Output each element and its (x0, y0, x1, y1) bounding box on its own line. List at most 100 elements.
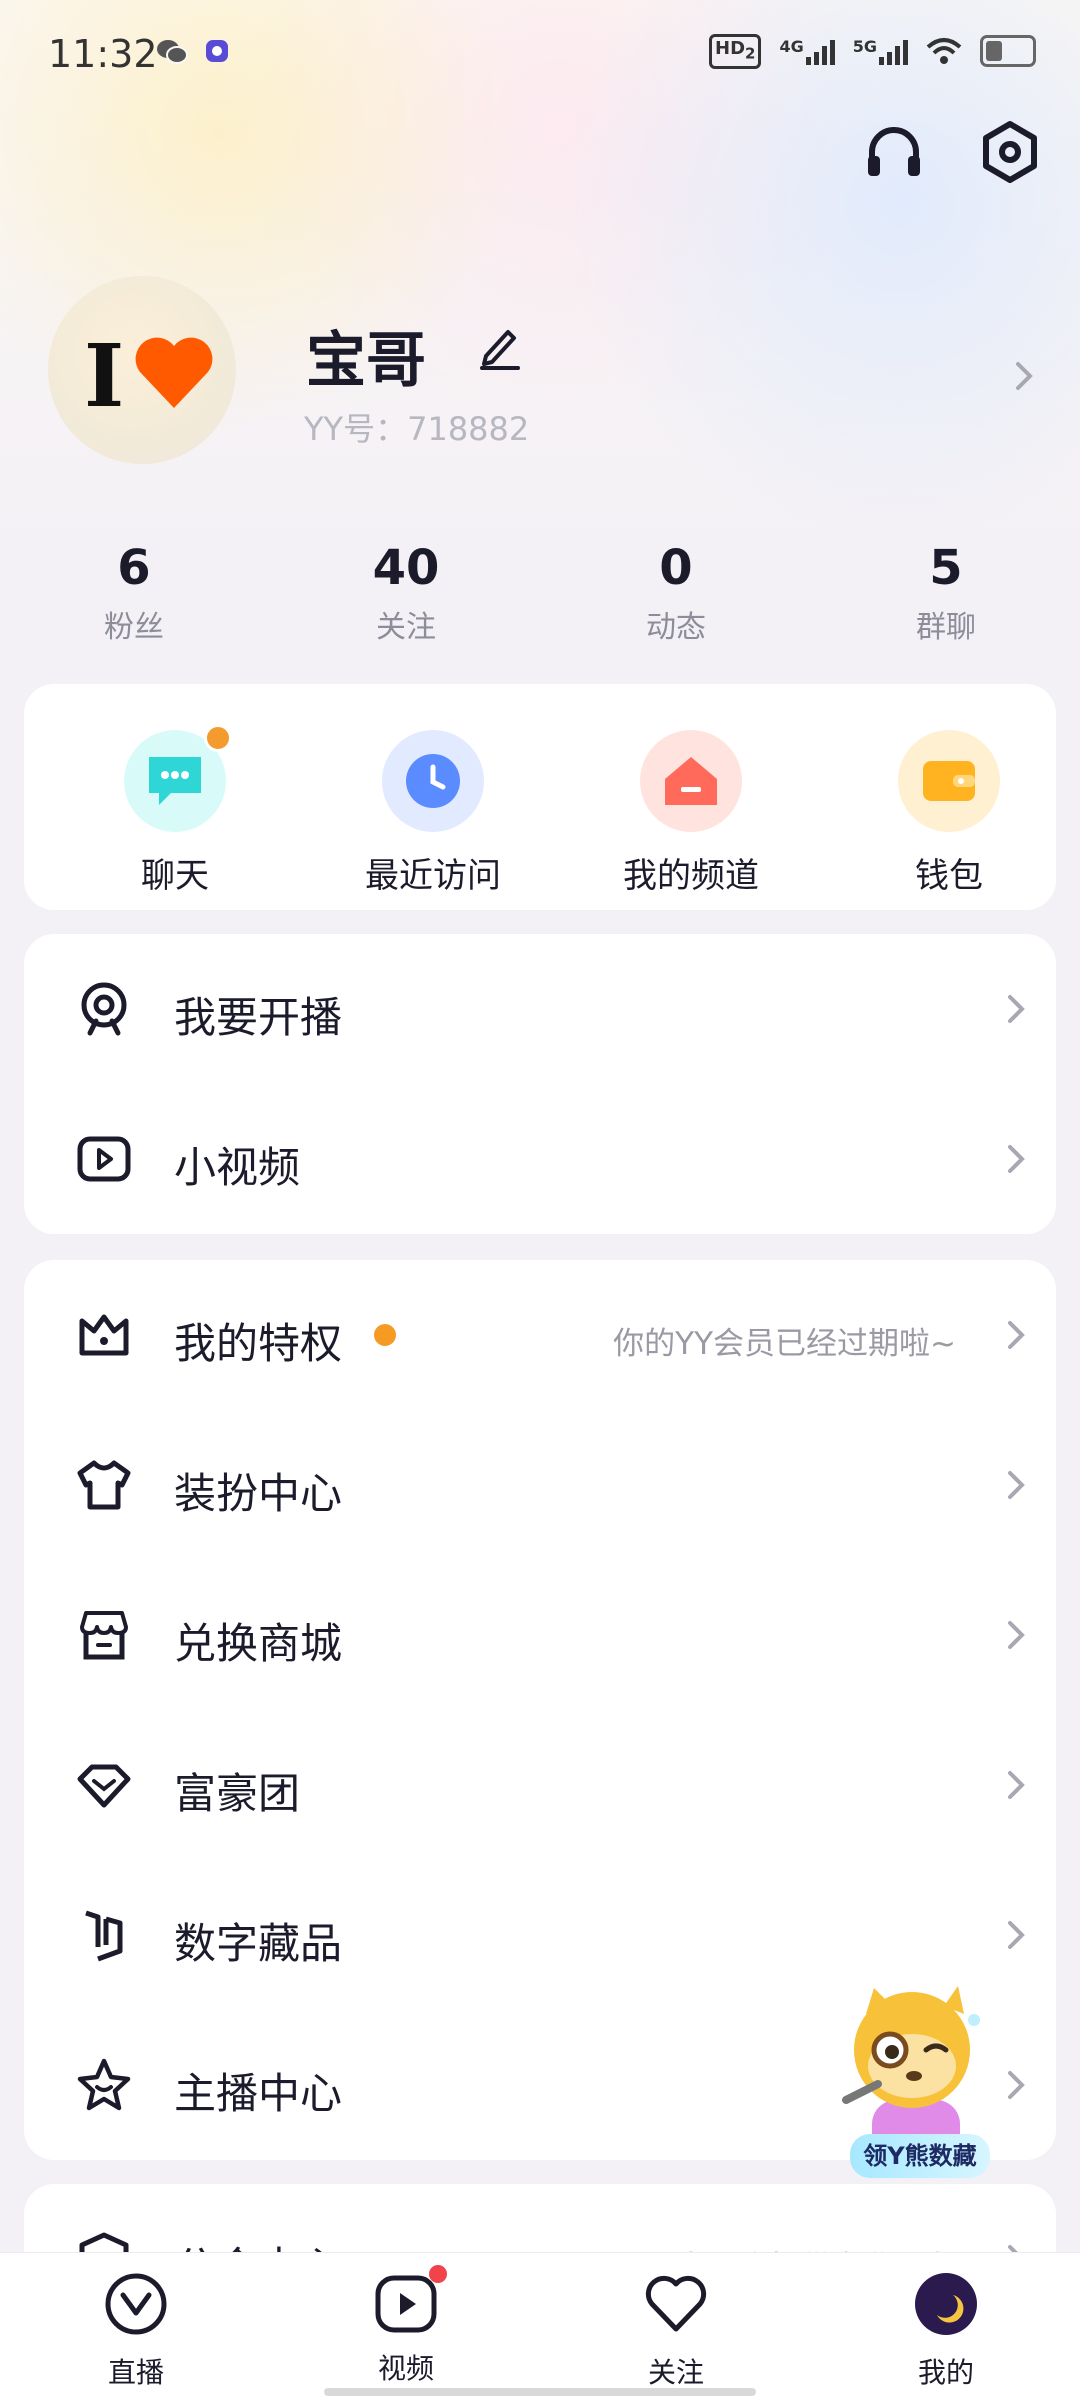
stat-groups[interactable]: 5 群聊 (856, 540, 1036, 646)
settings-icon[interactable] (978, 120, 1042, 184)
video-play-icon (77, 1136, 131, 1182)
menu-item-go-live[interactable]: 我要开播 (24, 934, 1056, 1084)
edit-pencil-icon[interactable] (478, 322, 522, 370)
stat-label: 关注 (376, 610, 436, 645)
stat-label: 粉丝 (104, 610, 164, 645)
profile-stats: 6 粉丝 40 关注 0 动态 5 群聊 (0, 540, 1080, 650)
net-4g-label: 4G (779, 37, 804, 57)
chat-bubble-icon (124, 724, 232, 832)
diamond-icon (77, 1764, 131, 1808)
notification-dot (429, 2265, 447, 2283)
stat-posts[interactable]: 0 动态 (586, 540, 766, 646)
chevron-right-icon (1008, 1771, 1025, 1799)
battery-icon (980, 35, 1036, 68)
nav-label: 关注 (647, 2356, 704, 2389)
hd-voice-badge: HD2 (709, 34, 762, 69)
hd-text: HD (715, 38, 746, 59)
live-icon (105, 2273, 167, 2335)
tshirt-icon (77, 1460, 131, 1510)
heart-icon (135, 337, 213, 408)
hd-sub: 2 (745, 44, 756, 63)
menu-item-privileges[interactable]: 我的特权 你的YY会员已经过期啦~ (24, 1260, 1056, 1410)
clock-icon (382, 730, 484, 832)
net-5g-label: 5G (852, 37, 877, 57)
menu-item-label: 主播中心 (174, 2069, 343, 2118)
quick-action-chat[interactable]: 聊天 (60, 724, 290, 897)
menu-item-label: 富豪团 (174, 1769, 301, 1818)
nav-label: 我的 (917, 2356, 974, 2389)
stat-fans[interactable]: 6 粉丝 (44, 540, 224, 646)
yy-id: YY号：718882 (304, 410, 530, 448)
quick-action-label: 最近访问 (365, 856, 501, 896)
nav-label: 直播 (107, 2356, 164, 2389)
quick-actions-card: 聊天 最近访问 我的频道 钱包 (24, 684, 1056, 910)
mascot-promo-label[interactable]: 领Y熊数藏 (850, 2134, 990, 2178)
nav-tab-me[interactable]: 我的 (876, 2271, 1016, 2391)
notification-dot (374, 1324, 396, 1346)
quick-action-label: 钱包 (915, 856, 983, 896)
menu-item-label: 数字藏品 (174, 1919, 343, 1968)
crown-icon (79, 1314, 129, 1356)
collection-icon (85, 1910, 123, 1962)
house-icon (640, 730, 742, 832)
menu-card-broadcast: 我要开播 小视频 (24, 934, 1056, 1234)
quick-action-recent[interactable]: 最近访问 (318, 730, 548, 897)
quick-action-label: 聊天 (141, 856, 209, 896)
menu-item-label: 小视频 (174, 1143, 301, 1192)
star-icon (77, 2058, 131, 2111)
home-indicator[interactable] (324, 2388, 756, 2396)
menu-item-label: 我的特权 (174, 1319, 343, 1368)
chevron-right-icon (1008, 1471, 1025, 1499)
nav-tab-video[interactable]: 视频 (336, 2265, 476, 2387)
nav-label: 视频 (377, 2352, 434, 2385)
webcam-icon (81, 982, 127, 1036)
chevron-right-icon (1008, 1145, 1025, 1173)
chevron-right-icon (1008, 2071, 1025, 2099)
quick-action-channel[interactable]: 我的频道 (576, 730, 806, 897)
menu-item-rich-club[interactable]: 富豪团 (24, 1710, 1056, 1860)
stat-label: 群聊 (916, 610, 976, 645)
chevron-right-icon[interactable] (1012, 358, 1036, 394)
video-icon (373, 2265, 447, 2337)
status-time: 11:32 (48, 32, 158, 76)
stat-value: 6 (117, 540, 151, 596)
wallet-icon (898, 730, 1000, 832)
menu-item-label: 我要开播 (174, 993, 343, 1042)
store-icon (80, 1611, 128, 1660)
sticker-app-icon (206, 40, 228, 62)
stat-value: 0 (659, 540, 693, 596)
nav-tab-live[interactable]: 直播 (66, 2271, 206, 2391)
avatar-icon (915, 2273, 977, 2335)
wifi-icon (926, 38, 962, 65)
avatar[interactable]: I (48, 276, 236, 464)
chevron-right-icon (1008, 1321, 1025, 1349)
quick-action-wallet[interactable]: 钱包 (834, 730, 1064, 897)
stat-following[interactable]: 40 关注 (316, 540, 496, 646)
username[interactable]: 宝哥 (306, 312, 426, 399)
signal-4g: 4G (779, 37, 835, 66)
menu-item-short-video[interactable]: 小视频 (24, 1084, 1056, 1234)
signal-5g: 5G (852, 37, 908, 66)
nav-tab-follow[interactable]: 关注 (606, 2271, 746, 2391)
membership-expired-hint: 你的YY会员已经过期啦~ (613, 1326, 956, 1362)
wechat-icon (157, 40, 188, 64)
system-indicators: HD2 4G 5G (709, 34, 1036, 69)
stat-label: 动态 (646, 610, 706, 645)
chevron-right-icon (1008, 1621, 1025, 1649)
bottom-navigation: 直播 视频 关注 我的 (0, 2252, 1080, 2401)
menu-item-label: 装扮中心 (174, 1469, 343, 1518)
menu-item-exchange-store[interactable]: 兑换商城 (24, 1560, 1056, 1710)
menu-item-dressup[interactable]: 装扮中心 (24, 1410, 1056, 1560)
notification-dot (204, 724, 232, 752)
signal-bars-icon (879, 37, 908, 66)
status-bar: 11:32 HD2 4G 5G (0, 0, 1080, 110)
signal-bars-icon (805, 37, 835, 66)
stat-value: 5 (929, 540, 963, 596)
headphones-icon[interactable] (862, 120, 926, 184)
menu-item-label: 兑换商城 (174, 1619, 343, 1668)
quick-action-label: 我的频道 (623, 856, 759, 896)
chevron-right-icon (1008, 995, 1025, 1023)
heart-icon (645, 2275, 707, 2332)
avatar-letter: I (84, 326, 125, 427)
stat-value: 40 (372, 540, 440, 596)
